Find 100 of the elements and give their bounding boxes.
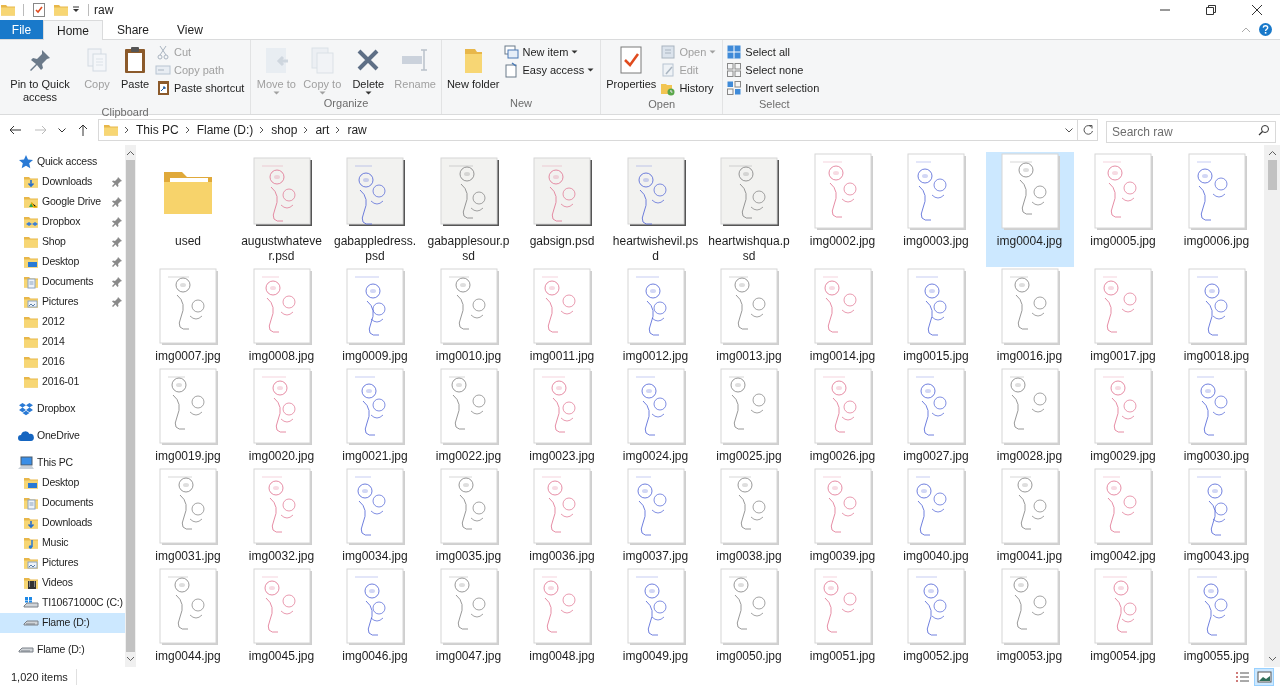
file-item[interactable]: img0027.jpg — [892, 367, 980, 467]
breadcrumb[interactable]: raw — [346, 121, 368, 139]
file-item[interactable]: img0032.jpg — [237, 467, 326, 567]
file-item[interactable]: img0013.jpg — [705, 267, 793, 367]
ribbon-button[interactable]: Paste — [117, 44, 153, 91]
breadcrumb[interactable]: shop — [270, 121, 299, 139]
nav-item[interactable]: Flame (D:) — [0, 640, 125, 660]
breadcrumb[interactable]: This PC — [135, 121, 180, 139]
file-item[interactable]: img0040.jpg — [892, 467, 980, 567]
scroll-up-icon[interactable] — [1267, 150, 1277, 156]
scroll-thumb[interactable] — [126, 160, 135, 652]
file-item[interactable]: img0011.jpg — [518, 267, 606, 367]
nav-item[interactable]: 2014 — [0, 332, 125, 352]
nav-item[interactable]: Flame (D:) — [0, 613, 125, 633]
file-item[interactable]: img0019.jpg — [144, 367, 232, 467]
file-item[interactable]: img0044.jpg — [144, 567, 232, 667]
nav-item[interactable]: Documents — [0, 272, 125, 292]
file-item[interactable]: heartwishqua.psd — [705, 152, 793, 267]
file-item[interactable]: img0043.jpg — [1172, 467, 1261, 567]
nav-item[interactable]: Google Drive — [0, 192, 125, 212]
file-item[interactable]: img0016.jpg — [985, 267, 1074, 367]
file-item[interactable]: img0042.jpg — [1079, 467, 1167, 567]
scrollbar[interactable] — [1264, 145, 1280, 667]
nav-item[interactable]: Quick access — [0, 152, 125, 172]
file-item[interactable]: img0009.jpg — [331, 267, 419, 367]
file-item[interactable]: gabapplesour.psd — [424, 152, 513, 267]
file-item[interactable]: img0052.jpg — [892, 567, 980, 667]
file-item[interactable]: img0041.jpg — [985, 467, 1074, 567]
breadcrumb[interactable]: Flame (D:) — [195, 121, 255, 139]
nav-item[interactable]: Downloads — [0, 513, 125, 533]
file-item[interactable]: img0045.jpg — [237, 567, 326, 667]
nav-item[interactable]: Videos — [0, 573, 125, 593]
nav-item[interactable]: Dropbox — [0, 212, 125, 232]
file-item[interactable]: img0038.jpg — [705, 467, 793, 567]
file-item[interactable]: img0054.jpg — [1079, 567, 1167, 667]
file-item[interactable]: gabappledress.psd — [331, 152, 419, 267]
ribbon-button[interactable]: Pin to Quick access — [3, 44, 77, 104]
file-item[interactable]: img0024.jpg — [611, 367, 700, 467]
search-field[interactable]: Search raw — [1106, 121, 1276, 143]
scroll-down-icon[interactable] — [126, 656, 135, 662]
file-item[interactable]: img0015.jpg — [892, 267, 980, 367]
file-item[interactable]: img0006.jpg — [1172, 152, 1261, 267]
nav-item[interactable]: 2012 — [0, 312, 125, 332]
nav-item[interactable]: Shop — [0, 232, 125, 252]
file-item[interactable]: heartwishevil.psd — [611, 152, 700, 267]
ribbon-tab[interactable]: Home — [43, 20, 103, 40]
nav-item[interactable]: Desktop — [0, 473, 125, 493]
ribbon-button[interactable]: Easy access — [503, 62, 598, 78]
ribbon-button[interactable]: Invert selection — [726, 80, 823, 96]
file-item[interactable]: img0022.jpg — [424, 367, 513, 467]
file-item[interactable]: img0051.jpg — [798, 567, 887, 667]
file-item[interactable]: img0036.jpg — [518, 467, 606, 567]
ribbon-button[interactable]: Select all — [726, 44, 823, 60]
ribbon-tab[interactable]: Share — [103, 20, 164, 39]
scroll-up-icon[interactable] — [126, 150, 135, 156]
help-button[interactable] — [1259, 23, 1272, 36]
file-item[interactable]: img0039.jpg — [798, 467, 887, 567]
nav-item[interactable]: TI10671000C (C:) — [0, 593, 125, 613]
file-item[interactable]: img0050.jpg — [705, 567, 793, 667]
file-item[interactable]: img0034.jpg — [331, 467, 419, 567]
file-item[interactable]: img0046.jpg — [331, 567, 419, 667]
file-item[interactable]: img0026.jpg — [798, 367, 887, 467]
file-item[interactable]: img0003.jpg — [892, 152, 980, 267]
file-item[interactable]: img0028.jpg — [985, 367, 1074, 467]
file-item[interactable]: img0014.jpg — [798, 267, 887, 367]
file-item[interactable]: img0031.jpg — [144, 467, 232, 567]
nav-item[interactable]: Pictures — [0, 553, 125, 573]
nav-item[interactable]: OneDrive — [0, 426, 125, 446]
file-item[interactable]: img0035.jpg — [424, 467, 513, 567]
file-tab[interactable]: File — [0, 20, 43, 39]
file-item[interactable]: gabsign.psd — [518, 152, 606, 267]
file-item[interactable]: img0048.jpg — [518, 567, 606, 667]
file-item[interactable]: img0053.jpg — [985, 567, 1074, 667]
file-item[interactable]: used — [144, 152, 232, 267]
nav-item[interactable]: Dropbox — [0, 399, 125, 419]
scrollbar[interactable] — [125, 145, 136, 667]
ribbon-button[interactable]: New item — [503, 44, 598, 60]
nav-item[interactable]: Music — [0, 533, 125, 553]
ribbon-button[interactable]: History — [660, 80, 720, 96]
ribbon-button[interactable]: Paste shortcut — [155, 80, 248, 96]
file-item[interactable]: img0055.jpg — [1172, 567, 1261, 667]
nav-item[interactable]: This PC — [0, 453, 125, 473]
breadcrumb[interactable]: art — [314, 121, 331, 139]
file-item[interactable]: img0020.jpg — [237, 367, 326, 467]
file-item[interactable]: img0012.jpg — [611, 267, 700, 367]
ribbon-button[interactable]: Select none — [726, 62, 823, 78]
file-item[interactable]: img0010.jpg — [424, 267, 513, 367]
file-item[interactable]: img0005.jpg — [1079, 152, 1167, 267]
ribbon-tab[interactable]: View — [163, 20, 217, 39]
file-item[interactable]: img0021.jpg — [331, 367, 419, 467]
file-item[interactable]: augustwhatever.psd — [237, 152, 326, 267]
collapse-ribbon-icon[interactable] — [1241, 25, 1251, 34]
nav-item[interactable]: Pictures — [0, 292, 125, 312]
file-item[interactable]: img0049.jpg — [611, 567, 700, 667]
ribbon-button[interactable]: New folder — [444, 44, 502, 91]
ribbon-button[interactable]: Properties — [604, 44, 659, 91]
nav-item[interactable]: Downloads — [0, 172, 125, 192]
scroll-thumb[interactable] — [1267, 160, 1277, 190]
file-item[interactable]: img0029.jpg — [1079, 367, 1167, 467]
nav-item[interactable]: Desktop — [0, 252, 125, 272]
